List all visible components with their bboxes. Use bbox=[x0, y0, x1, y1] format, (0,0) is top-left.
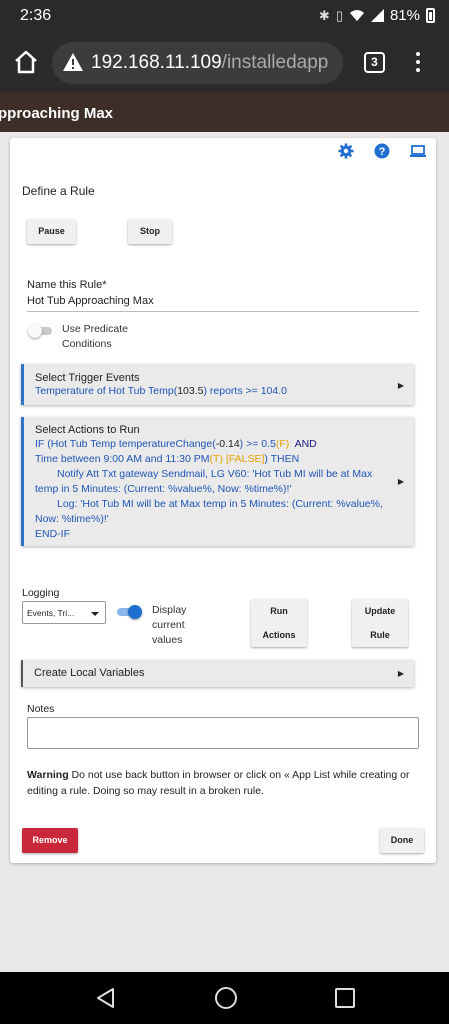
notes-label: Notes bbox=[27, 703, 55, 715]
home-button[interactable] bbox=[12, 48, 42, 78]
done-button[interactable]: Done bbox=[380, 828, 424, 853]
vibrate-icon: ▯ bbox=[335, 7, 343, 23]
logging-label: Logging bbox=[22, 587, 60, 599]
rule-name-input[interactable]: Hot Tub Approaching Max bbox=[27, 295, 419, 312]
logging-select-value: Events, Tri... bbox=[27, 608, 75, 618]
nav-home-icon[interactable] bbox=[215, 987, 237, 1009]
warning-icon bbox=[63, 53, 83, 71]
help-icon: ? bbox=[374, 143, 390, 159]
expand-arrow-icon: ▶ bbox=[397, 477, 404, 486]
display-values-label: Display current values bbox=[152, 604, 187, 646]
help-button[interactable]: ? bbox=[374, 143, 390, 159]
wifi-icon bbox=[349, 10, 364, 21]
signal-icon bbox=[370, 9, 384, 22]
predicate-toggle[interactable] bbox=[28, 324, 54, 338]
settings-button[interactable] bbox=[338, 143, 354, 159]
recent-apps-icon[interactable] bbox=[335, 988, 355, 1008]
system-nav-bar bbox=[0, 972, 449, 1024]
battery-percent: 81% bbox=[389, 7, 420, 24]
status-icons: ✱ ▯ 81% bbox=[319, 7, 435, 24]
rule-name-label: Name this Rule* bbox=[27, 279, 107, 291]
gear-icon bbox=[338, 143, 354, 159]
expand-arrow-icon: ▶ bbox=[397, 669, 404, 678]
laptop-icon bbox=[410, 145, 426, 157]
page-title: pproaching Max bbox=[0, 105, 114, 122]
trigger-events-text: Temperature of Hot Tub Temp(103.5) repor… bbox=[35, 385, 287, 397]
url-text: 192.168.11.109/installedapp bbox=[91, 52, 328, 74]
app-header: pproaching Max bbox=[0, 92, 449, 132]
actions-title: Select Actions to Run bbox=[35, 424, 140, 436]
display-button[interactable] bbox=[410, 143, 426, 159]
predicate-label: Use Predicate Conditions bbox=[62, 323, 128, 350]
local-variables-title: Create Local Variables bbox=[34, 667, 145, 679]
display-values-toggle[interactable] bbox=[117, 605, 143, 619]
run-actions-button[interactable]: Run Actions bbox=[251, 599, 307, 647]
update-rule-button[interactable]: Update Rule bbox=[352, 599, 408, 647]
stop-button[interactable]: Stop bbox=[128, 219, 172, 244]
svg-text:?: ? bbox=[379, 146, 386, 158]
expand-arrow-icon: ▶ bbox=[397, 381, 404, 390]
chevron-down-icon bbox=[91, 612, 99, 616]
url-path: /installedapp bbox=[221, 52, 329, 73]
card-toolbar: ? bbox=[338, 143, 426, 159]
logging-select[interactable]: Events, Tri... bbox=[22, 601, 106, 624]
section-title: Define a Rule bbox=[22, 184, 95, 198]
notes-input[interactable] bbox=[27, 717, 419, 749]
url-host: 192.168.11.109 bbox=[91, 52, 222, 73]
actions-panel[interactable]: Select Actions to Run IF (Hot Tub Temp t… bbox=[21, 417, 414, 546]
status-bar: 2:36 ✱ ▯ 81% bbox=[0, 0, 449, 34]
rule-card: ? Define a Rule Pause Stop Name this Rul… bbox=[10, 138, 436, 863]
remove-button[interactable]: Remove bbox=[22, 828, 78, 853]
bluetooth-icon: ✱ bbox=[318, 7, 330, 23]
battery-icon bbox=[426, 8, 435, 23]
actions-text: IF (Hot Tub Temp temperatureChange(-0.14… bbox=[35, 438, 383, 540]
overflow-menu-button[interactable] bbox=[410, 50, 426, 76]
url-bar[interactable]: 192.168.11.109/installedapp bbox=[52, 42, 343, 84]
local-variables-panel[interactable]: Create Local Variables ▶ bbox=[21, 660, 414, 687]
trigger-events-title: Select Trigger Events bbox=[35, 372, 140, 384]
back-icon[interactable] bbox=[95, 987, 117, 1009]
browser-toolbar: 192.168.11.109/installedapp 3 bbox=[0, 34, 449, 92]
home-icon bbox=[15, 50, 37, 74]
status-time: 2:36 bbox=[20, 7, 52, 24]
warning-text: Warning Do not use back button in browse… bbox=[27, 769, 410, 797]
tab-switcher-button[interactable]: 3 bbox=[364, 52, 385, 73]
trigger-events-panel[interactable]: Select Trigger Events Temperature of Hot… bbox=[21, 364, 414, 405]
pause-button[interactable]: Pause bbox=[27, 219, 76, 244]
